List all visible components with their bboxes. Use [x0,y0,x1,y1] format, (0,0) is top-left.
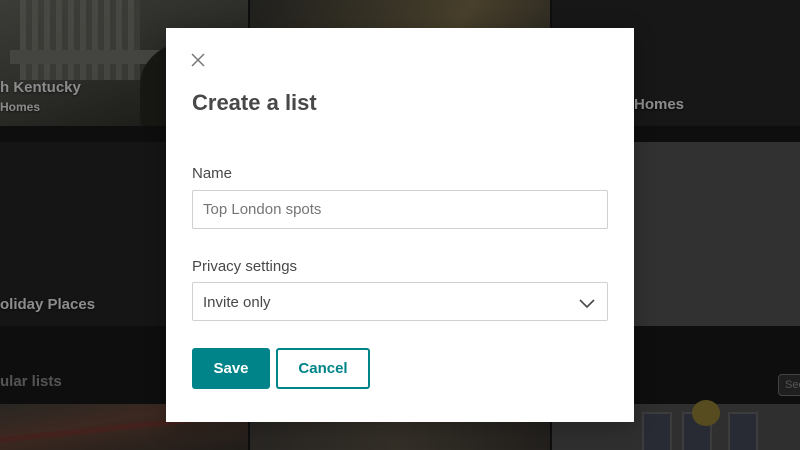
save-button[interactable]: Save [192,348,270,389]
dialog-title: Create a list [192,90,317,115]
create-list-dialog: Create a list Name Privacy settings Invi… [166,28,634,422]
privacy-settings-select[interactable]: Invite only [192,282,608,321]
close-icon[interactable] [190,52,206,68]
privacy-settings-label: Privacy settings [192,258,298,275]
chevron-down-icon [579,296,595,309]
cancel-button[interactable]: Cancel [276,348,370,389]
name-label: Name [192,165,233,182]
name-input[interactable] [192,190,608,229]
privacy-selected-value: Invite only [203,294,271,311]
